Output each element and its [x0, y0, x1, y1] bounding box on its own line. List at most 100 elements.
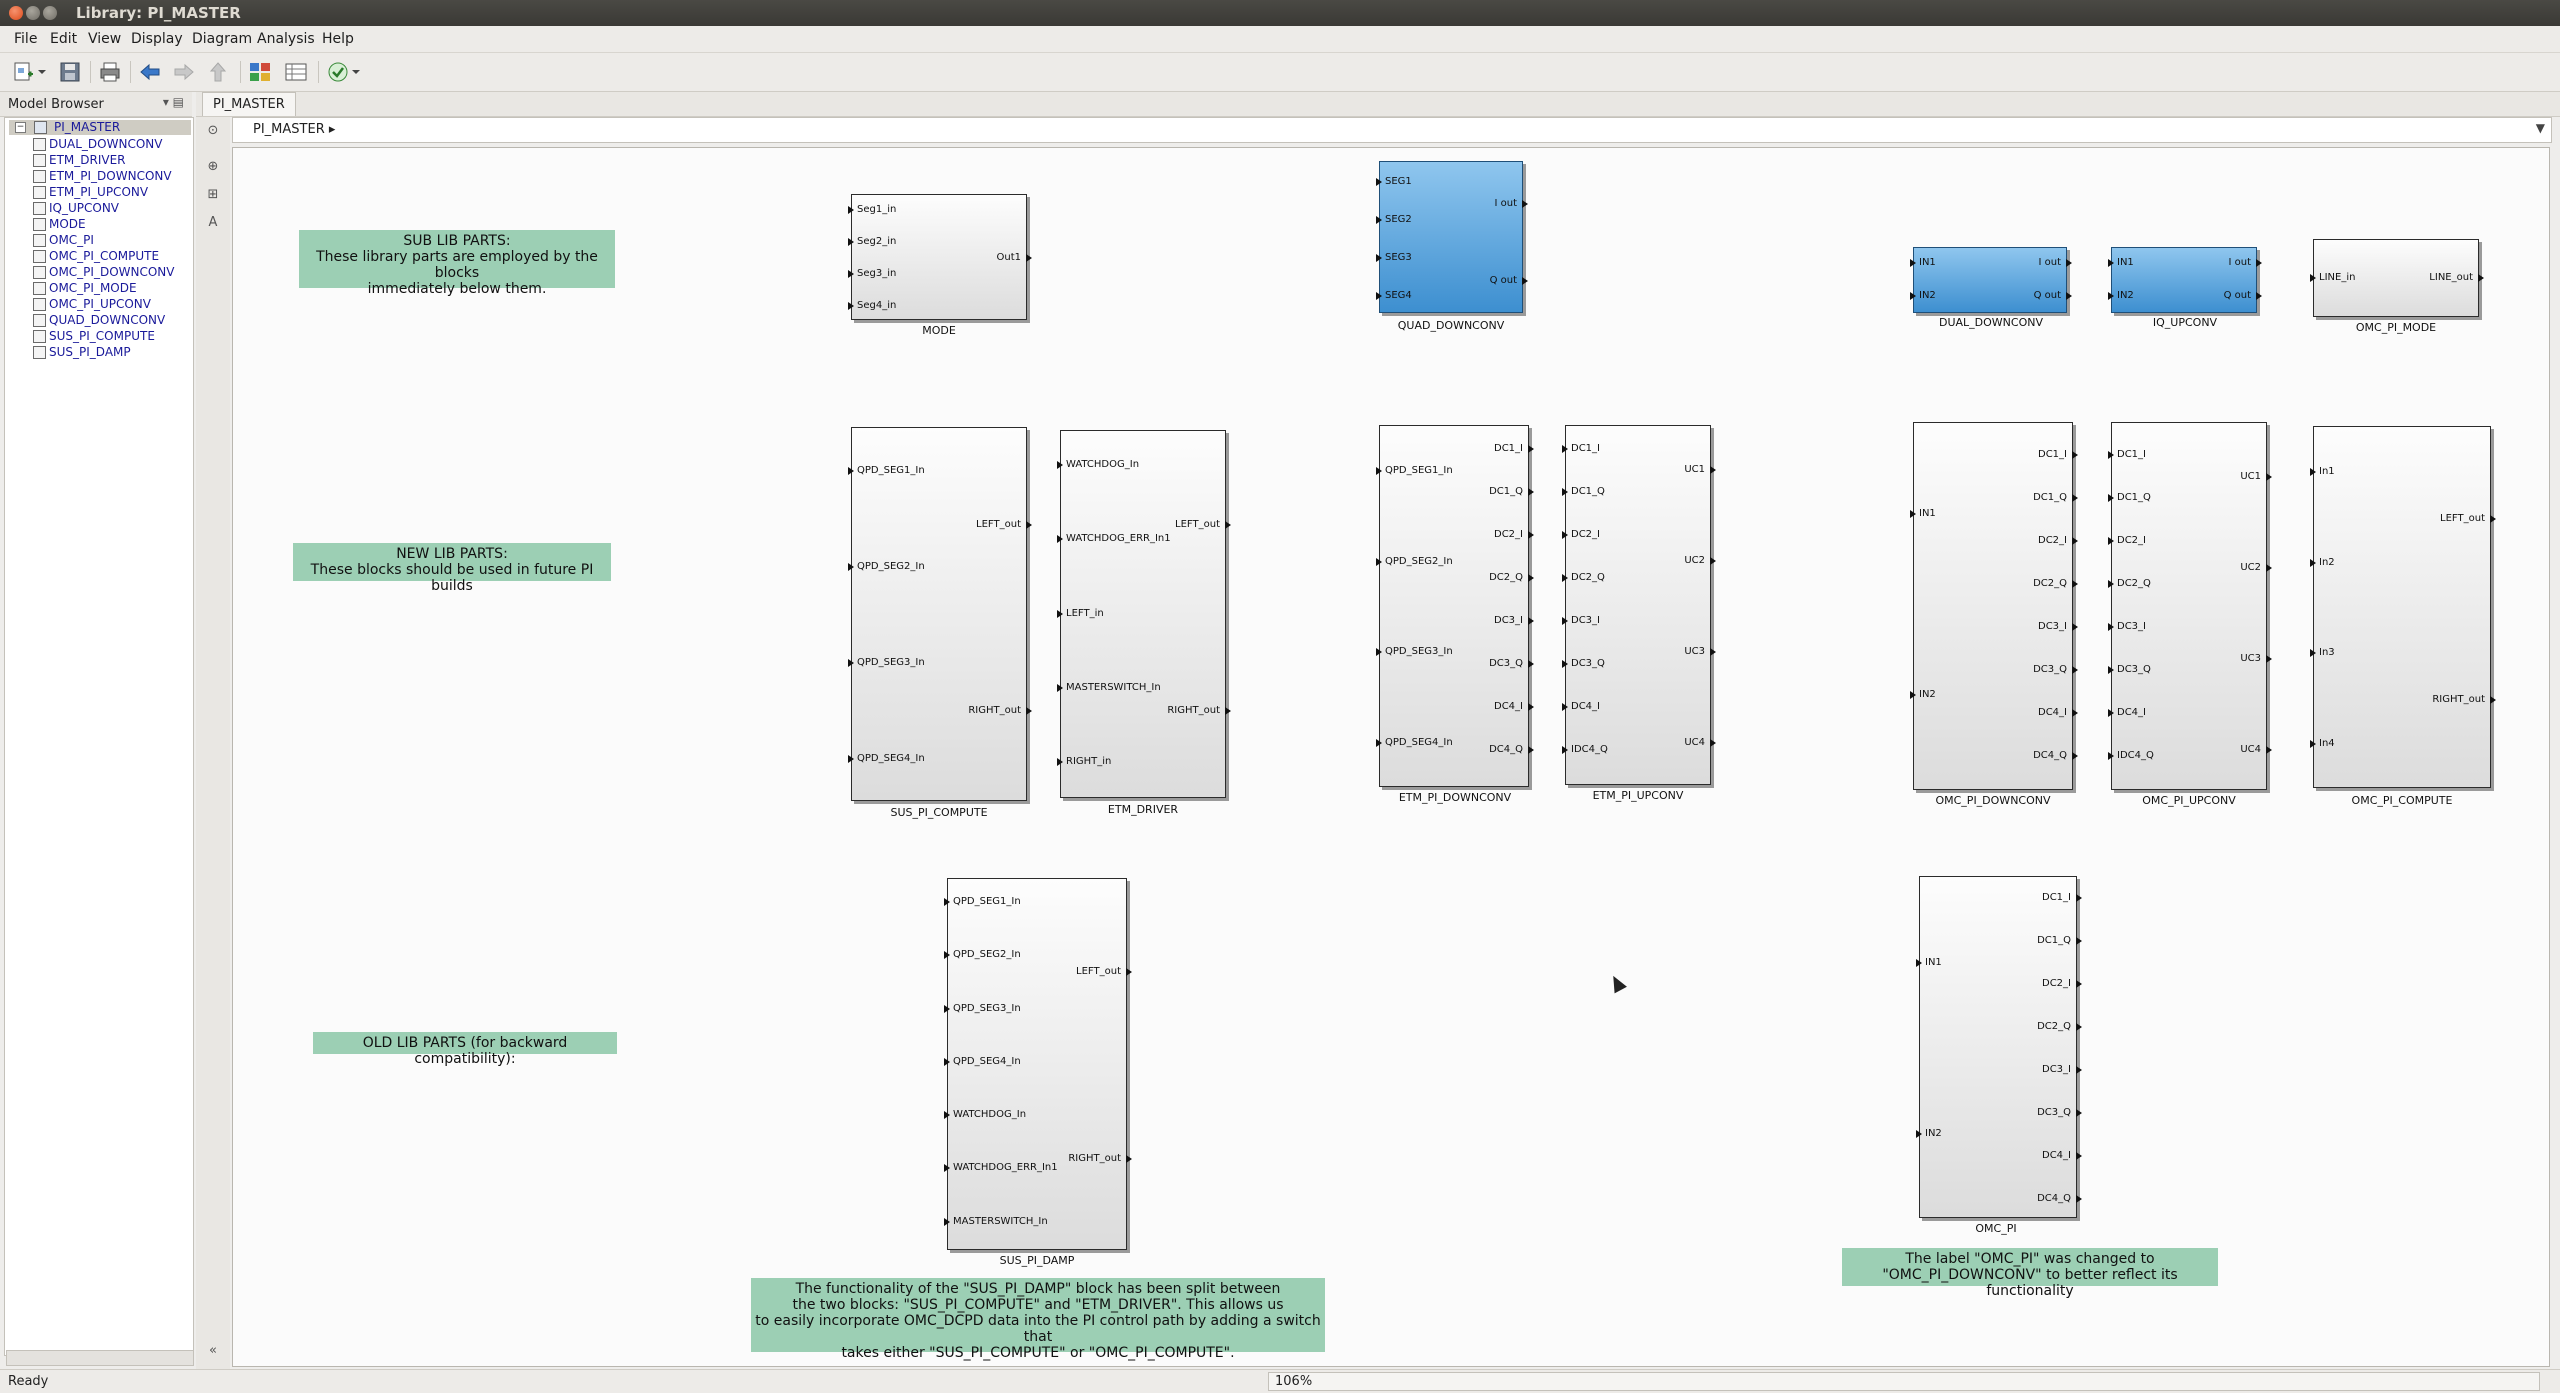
print-icon[interactable]	[98, 60, 122, 84]
forward-arrow-icon[interactable]	[172, 60, 196, 84]
annotation-sus-pi-damp-note[interactable]: The functionality of the "SUS_PI_DAMP" b…	[751, 1278, 1325, 1361]
block-sus-pi-damp[interactable]: QPD_SEG1_In QPD_SEG2_In QPD_SEG3_In QPD_…	[943, 878, 1132, 1250]
tree-item[interactable]: OMC_PI_MODE	[33, 281, 137, 296]
window-close-button[interactable]	[9, 6, 23, 20]
tree-item[interactable]: OMC_PI_UPCONV	[33, 297, 151, 312]
block-name-label[interactable]: IQ_UPCONV	[2153, 316, 2217, 329]
tree-item[interactable]: ETM_DRIVER	[33, 153, 126, 168]
collapse-panel-icon[interactable]: «	[205, 1343, 221, 1359]
diagram-canvas[interactable]: SUB LIB PARTS: These library parts are e…	[232, 147, 2550, 1367]
block-input-port: IN2	[1916, 1128, 1942, 1140]
block-name-label[interactable]: OMC_PI_MODE	[2356, 321, 2436, 334]
block-omc-pi[interactable]: IN1 IN2 DC1_I DC1_Q DC2_I DC2_Q DC3_I DC…	[1916, 876, 2082, 1218]
block-name-label[interactable]: OMC_PI_COMPUTE	[2352, 794, 2453, 807]
collapse-icon[interactable]: −	[15, 122, 26, 133]
model-explorer-icon[interactable]	[284, 60, 308, 84]
toolbar-separator	[90, 61, 91, 83]
fit-view-icon[interactable]: ⊞	[205, 187, 221, 203]
block-omc-pi-downconv[interactable]: IN1 IN2 DC1_I DC1_Q DC2_I DC2_Q DC3_I DC…	[1910, 422, 2078, 790]
tree-item[interactable]: MODE	[33, 217, 86, 232]
tree-item[interactable]: ETM_PI_UPCONV	[33, 185, 148, 200]
block-iq-upconv[interactable]: IN1 IN2 I out Q out	[2108, 247, 2263, 313]
menu-display[interactable]: Display	[131, 31, 183, 47]
menu-file[interactable]: File	[14, 31, 37, 47]
check-icon[interactable]	[326, 60, 350, 84]
block-input-port: DC1_Q	[2108, 492, 2151, 504]
chevron-down-icon[interactable]	[350, 60, 362, 84]
back-arrow-icon[interactable]	[138, 60, 162, 84]
block-name-label[interactable]: SUS_PI_COMPUTE	[890, 806, 987, 819]
canvas-side-toolbar: ⊙ ⊕ ⊞ A «	[196, 117, 230, 1369]
menubar: File Edit View Display Diagram Analysis …	[0, 26, 2560, 53]
library-browser-icon[interactable]	[248, 60, 272, 84]
annotation-omc-pi-note[interactable]: The label "OMC_PI" was changed to "OMC_P…	[1842, 1248, 2218, 1299]
block-input-port: DC3_I	[1562, 615, 1600, 627]
zoom-level: 106%	[1275, 1374, 1313, 1389]
hide-browser-icon[interactable]: ⊙	[205, 123, 221, 139]
tree-item[interactable]: QUAD_DOWNCONV	[33, 313, 165, 328]
menu-edit[interactable]: Edit	[50, 31, 77, 47]
tree-item[interactable]: SUS_PI_DAMP	[33, 345, 131, 360]
tree-item[interactable]: OMC_PI_COMPUTE	[33, 249, 159, 264]
toolbar-separator	[318, 61, 319, 83]
window-minimize-button[interactable]	[26, 6, 40, 20]
tree-item[interactable]: OMC_PI	[33, 233, 94, 248]
menu-analysis[interactable]: Analysis	[257, 31, 315, 47]
block-sus-pi-compute[interactable]: QPD_SEG1_In QPD_SEG2_In QPD_SEG3_In QPD_…	[848, 427, 1032, 801]
block-etm-pi-downconv[interactable]: QPD_SEG1_In QPD_SEG2_In QPD_SEG3_In QPD_…	[1376, 425, 1534, 787]
tree-root-item[interactable]: − PI_MASTER	[9, 120, 191, 135]
block-name-label[interactable]: ETM_PI_UPCONV	[1593, 789, 1684, 802]
block-name-label[interactable]: OMC_PI_UPCONV	[2142, 794, 2235, 807]
block-name-label[interactable]: ETM_PI_DOWNCONV	[1399, 791, 1511, 804]
zoom-level-box[interactable]: 106%	[1268, 1372, 2540, 1391]
block-name-label[interactable]: DUAL_DOWNCONV	[1939, 316, 2043, 329]
annotation-new-lib[interactable]: NEW LIB PARTS: These blocks should be us…	[293, 543, 611, 594]
block-input-port: QPD_SEG3_In	[1376, 646, 1453, 658]
block-input-port: QPD_SEG2_In	[1376, 556, 1453, 568]
save-icon[interactable]	[58, 60, 82, 84]
block-input-port: WATCHDOG_In	[1056, 459, 1139, 471]
tree-item[interactable]: OMC_PI_DOWNCONV	[33, 265, 175, 280]
block-etm-driver[interactable]: WATCHDOG_In WATCHDOG_ERR_In1 LEFT_in MAS…	[1056, 430, 1231, 798]
breadcrumb[interactable]: PI_MASTER ▸	[253, 122, 335, 137]
block-name-label[interactable]: OMC_PI_DOWNCONV	[1935, 794, 2050, 807]
menu-help[interactable]: Help	[322, 31, 354, 47]
tab-pi-master[interactable]: PI_MASTER	[202, 92, 296, 116]
block-omc-pi-compute[interactable]: In1 In2 In3 In4 LEFT_out RIGHT_out	[2310, 426, 2496, 788]
block-mode[interactable]: Seg1_in Seg2_in Seg3_in Seg4_in Out1	[847, 194, 1032, 320]
tree-item[interactable]: ETM_PI_DOWNCONV	[33, 169, 172, 184]
block-name-label[interactable]: OMC_PI	[1975, 1222, 2016, 1235]
window-maximize-button[interactable]	[43, 6, 57, 20]
block-output-port: DC3_I	[2042, 1064, 2082, 1076]
chevron-down-icon[interactable]: ▼	[2536, 121, 2545, 135]
block-input-port: DC2_Q	[1562, 572, 1605, 584]
block-name-label[interactable]: ETM_DRIVER	[1108, 803, 1178, 816]
tree-item[interactable]: IQ_UPCONV	[33, 201, 119, 216]
block-input-port: DC2_Q	[2108, 578, 2151, 590]
tree-item[interactable]: DUAL_DOWNCONV	[33, 137, 162, 152]
block-dual-downconv[interactable]: IN1 IN2 I out Q out	[1910, 247, 2073, 313]
zoom-icon[interactable]: ⊕	[205, 159, 221, 175]
annotation-icon[interactable]: A	[205, 215, 221, 231]
block-omc-pi-mode[interactable]: LINE_in LINE_out	[2309, 239, 2484, 317]
block-name-label[interactable]: MODE	[922, 324, 956, 337]
panel-options-icon[interactable]: ▾ ▤	[163, 95, 184, 109]
new-model-icon[interactable]	[12, 60, 36, 84]
block-name-label[interactable]: QUAD_DOWNCONV	[1398, 319, 1505, 332]
address-bar[interactable]: PI_MASTER ▸ ▼	[232, 117, 2552, 143]
menu-view[interactable]: View	[88, 31, 121, 47]
block-quad-downconv[interactable]: SEG1 SEG2 SEG3 SEG4 I out Q out	[1376, 161, 1529, 313]
block-input-port: QPD_SEG1_In	[944, 896, 1021, 908]
tree-item[interactable]: SUS_PI_COMPUTE	[33, 329, 155, 344]
block-etm-pi-upconv[interactable]: DC1_I DC1_Q DC2_I DC2_Q DC3_I DC3_Q DC4_…	[1562, 425, 1716, 785]
block-output-port: Q out	[1490, 275, 1529, 287]
block-input-port: MASTERSWITCH_In	[1057, 682, 1161, 694]
up-arrow-icon[interactable]	[206, 60, 230, 84]
block-omc-pi-upconv[interactable]: DC1_I DC1_Q DC2_I DC2_Q DC3_I DC3_Q DC4_…	[2108, 422, 2272, 790]
block-name-label[interactable]: SUS_PI_DAMP	[1000, 1254, 1075, 1267]
menu-diagram[interactable]: Diagram	[192, 31, 252, 47]
annotation-old-lib[interactable]: OLD LIB PARTS (for backward compatibilit…	[313, 1032, 617, 1067]
annotation-sub-lib[interactable]: SUB LIB PARTS: These library parts are e…	[299, 230, 615, 297]
chevron-down-icon[interactable]	[36, 60, 48, 84]
horizontal-scrollbar[interactable]	[6, 1350, 194, 1366]
